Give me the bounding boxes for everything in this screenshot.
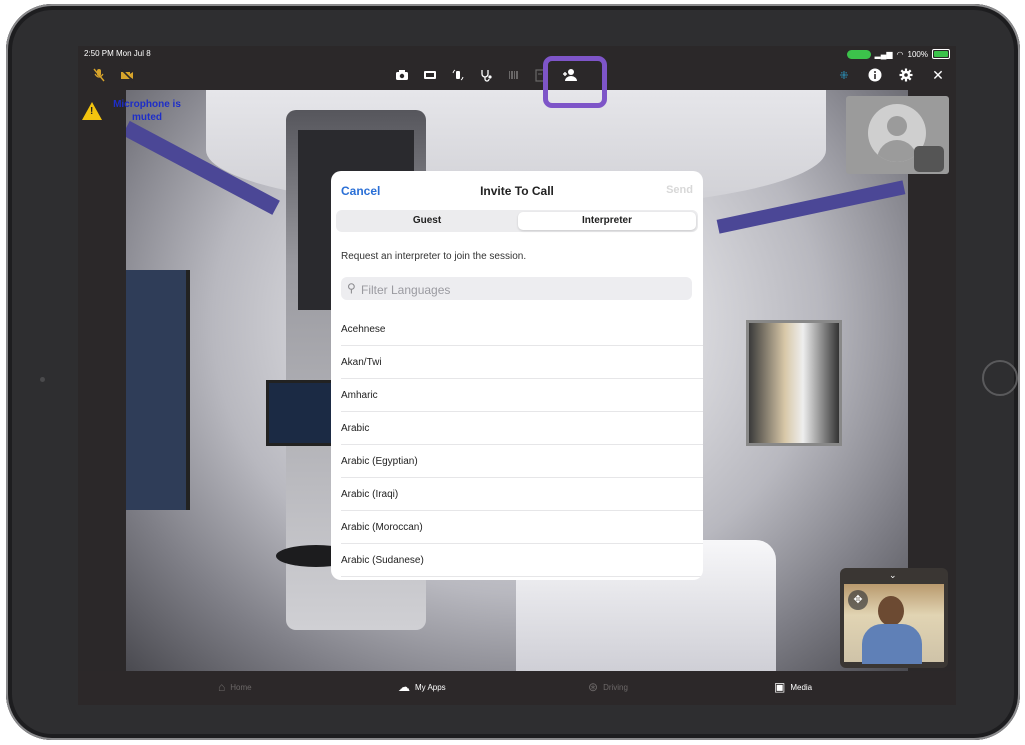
nav-media[interactable]: ▣ Media — [774, 680, 812, 694]
nav-my-apps-label: My Apps — [415, 682, 446, 692]
home-button[interactable] — [982, 360, 1018, 396]
gear-icon[interactable] — [895, 64, 917, 86]
language-list: Acehnese Akan/Twi Amharic Arabic Arabic … — [331, 313, 703, 577]
segment-guest[interactable]: Guest — [338, 212, 516, 230]
charging-pill — [846, 49, 871, 59]
stethoscope-icon[interactable] — [475, 64, 497, 86]
language-item[interactable]: Arabic (Iraqi) — [341, 478, 703, 511]
video-muted-icon[interactable] — [116, 64, 138, 86]
nav-media-label: Media — [790, 682, 813, 692]
add-person-highlight — [543, 56, 607, 108]
home-icon: ⌂ — [218, 680, 226, 694]
layout-icon[interactable]: ⁜ — [833, 64, 855, 86]
language-item[interactable]: Arabic (Sudanese) — [341, 544, 703, 577]
self-view[interactable]: ⌄ ✥ — [840, 568, 948, 668]
call-toolbar: ⁜ ✕ — [78, 56, 956, 108]
language-item[interactable]: Arabic — [341, 412, 703, 445]
search-icon: ⚲ — [347, 281, 356, 295]
nav-my-apps[interactable]: ☁ My Apps — [398, 680, 446, 694]
front-camera — [40, 377, 45, 382]
language-item[interactable]: Arabic (Egyptian) — [341, 445, 703, 478]
status-right: ▂▄▆ ◠ 100% — [846, 49, 950, 59]
invite-type-segmented-control: Guest Interpreter — [336, 210, 698, 232]
media-icon: ▣ — [774, 680, 786, 694]
screen-share-icon[interactable] — [419, 64, 441, 86]
language-item[interactable]: Akan/Twi — [341, 346, 703, 379]
barcode-icon[interactable] — [503, 64, 525, 86]
camera-icon[interactable] — [391, 64, 413, 86]
close-icon[interactable]: ✕ — [927, 64, 949, 86]
nav-home-label: Home — [230, 682, 252, 692]
self-view-control-icon[interactable]: ✥ — [848, 590, 868, 610]
language-item[interactable]: Acehnese — [341, 313, 703, 346]
modal-title: Invite To Call — [480, 184, 554, 198]
invite-to-call-modal: Invite To Call Cancel Send Guest Interpr… — [331, 171, 703, 580]
wifi-icon: ◠ — [896, 49, 904, 59]
warning-exclamation: ! — [90, 106, 94, 117]
battery-icon — [932, 49, 950, 59]
battery-percent: 100% — [907, 49, 928, 59]
nav-home[interactable]: ⌂ Home — [218, 680, 252, 694]
language-item[interactable]: Amharic — [341, 379, 703, 412]
status-bar: 2:50 PM Mon Jul 8 ▂▄▆ ◠ 100% — [78, 46, 956, 60]
send-button[interactable]: Send — [666, 184, 693, 196]
microphone-muted-icon[interactable] — [88, 64, 110, 86]
nav-driving-label: Driving — [603, 682, 628, 692]
cancel-button[interactable]: Cancel — [341, 184, 380, 198]
chevron-down-icon[interactable]: ⌄ — [889, 570, 897, 581]
video-monitor-left — [126, 270, 190, 510]
rotate-icon[interactable] — [447, 64, 469, 86]
modal-header: Invite To Call Cancel Send — [331, 171, 703, 209]
language-filter[interactable]: ⚲ — [341, 277, 692, 302]
language-item[interactable]: Arabic (Moroccan) — [341, 511, 703, 544]
video-xray-display — [746, 320, 842, 446]
participant-tile[interactable] — [846, 96, 949, 174]
segment-interpreter[interactable]: Interpreter — [518, 212, 696, 230]
nav-driving[interactable]: ⊛ Driving — [588, 680, 628, 694]
filter-languages-input[interactable] — [359, 277, 683, 302]
bottom-nav: ⌂ Home ☁ My Apps ⊛ Driving ▣ Media — [78, 671, 956, 705]
modal-description: Request an interpreter to join the sessi… — [341, 251, 527, 262]
info-icon[interactable] — [864, 64, 886, 86]
steering-wheel-icon: ⊛ — [588, 680, 599, 694]
apps-icon: ☁ — [398, 680, 410, 694]
warning-text: Microphone is muted — [113, 99, 181, 123]
video-off-badge — [914, 146, 944, 172]
status-time: 2:50 PM Mon Jul 8 — [84, 49, 151, 58]
signal-icon: ▂▄▆ — [874, 49, 893, 59]
